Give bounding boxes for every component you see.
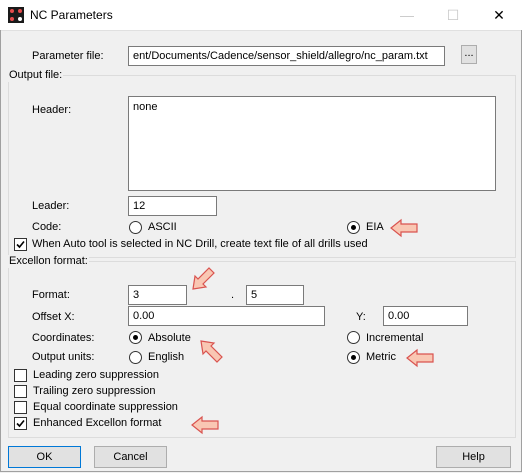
english-label: English (148, 351, 185, 363)
maximize-button[interactable]: ☐ (430, 0, 476, 30)
absolute-label: Absolute (148, 332, 191, 344)
minimize-button[interactable]: — (384, 0, 430, 30)
annotation-arrow-down-left-icon (192, 267, 215, 290)
offset-y-input[interactable]: 0.00 (383, 306, 468, 326)
eia-radio[interactable] (347, 221, 360, 234)
ascii-radio[interactable] (129, 221, 142, 234)
equal-coordinate-checkbox[interactable] (14, 401, 27, 414)
format-integer-input[interactable]: 3 (128, 285, 187, 305)
header-label: Header: (32, 104, 72, 116)
format-label: Format: (32, 289, 70, 301)
leading-zero-label: Leading zero suppression (33, 369, 159, 381)
checkmark-icon (16, 240, 25, 249)
browse-button[interactable]: ... (461, 45, 477, 64)
close-button[interactable]: ✕ (476, 0, 522, 30)
app-icon (8, 7, 24, 23)
equal-coordinate-label: Equal coordinate suppression (33, 401, 178, 413)
annotation-arrow-left-icon (191, 415, 219, 435)
cancel-button[interactable]: Cancel (94, 446, 167, 468)
format-separator: . (231, 289, 235, 301)
offset-x-input[interactable]: 0.00 (128, 306, 325, 326)
annotation-arrow-up-left-icon (200, 340, 223, 363)
trailing-zero-checkbox[interactable] (14, 385, 27, 398)
parameter-file-label: Parameter file: (32, 50, 104, 62)
offset-x-label: Offset X: (32, 311, 75, 323)
english-radio[interactable] (129, 351, 142, 364)
ok-button[interactable]: OK (8, 446, 81, 468)
absolute-radio[interactable] (129, 331, 142, 344)
leader-input[interactable]: 12 (128, 196, 217, 216)
title-bar: NC Parameters — ☐ ✕ (0, 0, 522, 31)
eia-label: EIA (366, 221, 384, 233)
format-decimal-input[interactable]: 5 (246, 285, 304, 305)
auto-tool-label: When Auto tool is selected in NC Drill, … (32, 238, 368, 250)
output-units-label: Output units: (32, 351, 95, 363)
code-label: Code: (32, 221, 62, 233)
incremental-radio[interactable] (347, 331, 360, 344)
ascii-label: ASCII (148, 221, 177, 233)
output-file-group-label: Output file: (8, 69, 64, 82)
incremental-label: Incremental (366, 332, 424, 344)
enhanced-excellon-label: Enhanced Excellon format (33, 417, 162, 429)
metric-label: Metric (366, 351, 396, 363)
help-button[interactable]: Help (436, 446, 511, 468)
metric-radio[interactable] (347, 351, 360, 364)
header-value: none (133, 101, 158, 113)
coordinates-label: Coordinates: (32, 332, 95, 344)
parameter-file-input[interactable]: ent/Documents/Cadence/sensor_shield/alle… (128, 46, 445, 66)
leading-zero-checkbox[interactable] (14, 369, 27, 382)
trailing-zero-label: Trailing zero suppression (33, 385, 156, 397)
offset-y-label: Y: (356, 311, 366, 323)
excellon-format-group-label: Excellon format: (8, 255, 89, 268)
annotation-arrow-left-icon (406, 348, 434, 368)
auto-tool-checkbox[interactable] (14, 238, 27, 251)
leader-label: Leader: (32, 200, 70, 212)
header-textarea[interactable]: none (128, 96, 496, 191)
enhanced-excellon-checkbox[interactable] (14, 417, 27, 430)
window-title: NC Parameters (30, 8, 113, 22)
checkmark-icon (16, 419, 25, 428)
annotation-arrow-left-icon (390, 218, 418, 238)
